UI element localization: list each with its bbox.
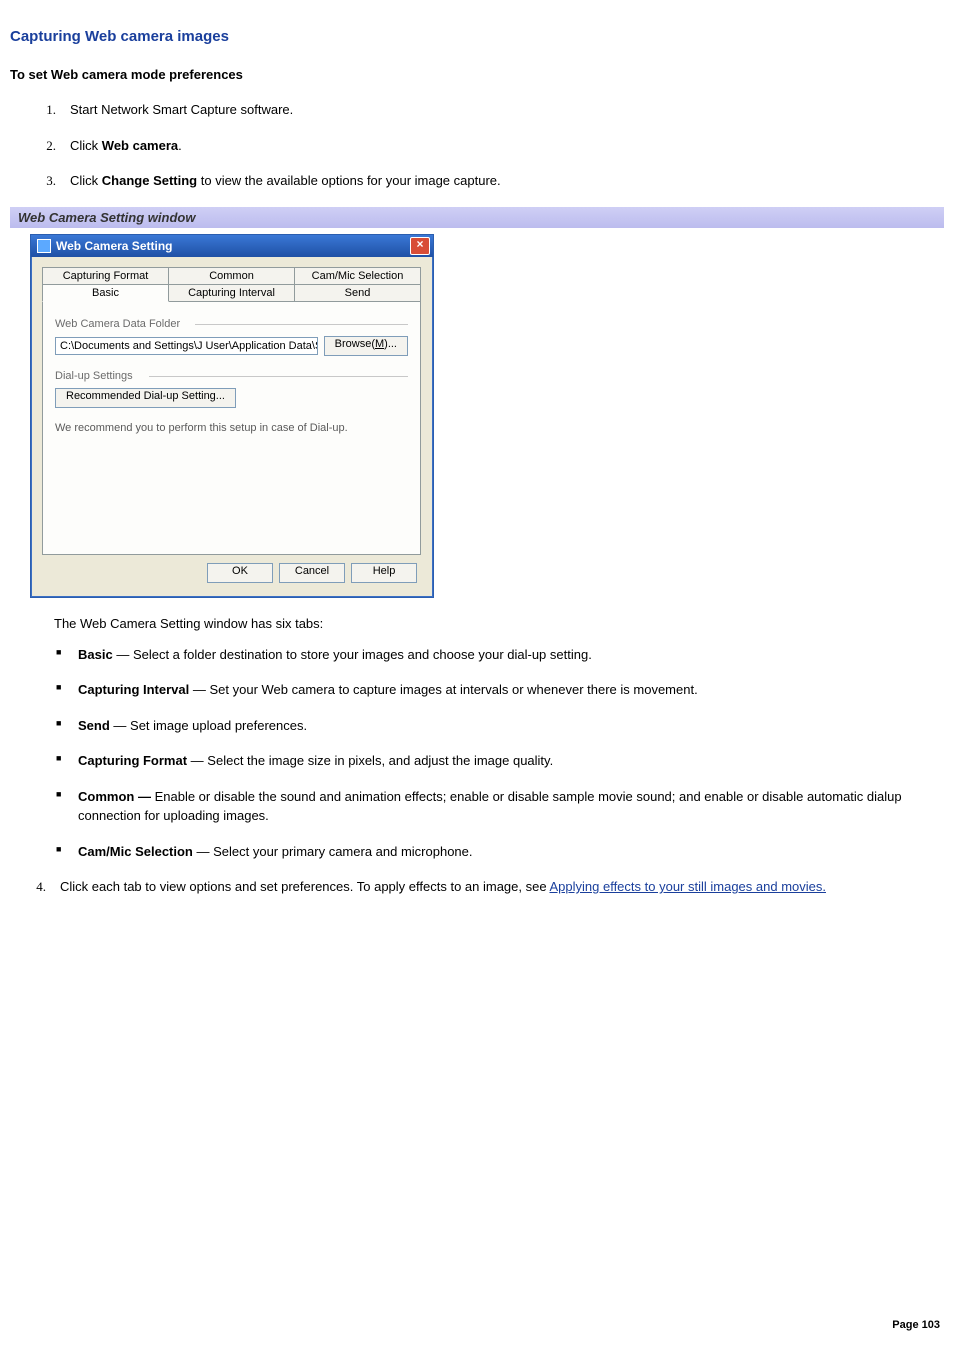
term: Send <box>78 718 110 733</box>
page-number: Page 103 <box>892 1319 940 1331</box>
recommended-dialup-button[interactable]: Recommended Dial-up Setting... <box>55 388 236 408</box>
web-camera-setting-window: Web Camera Setting × Capturing Format Co… <box>30 234 434 598</box>
tabs-row-back: Capturing Format Common Cam/Mic Selectio… <box>43 267 421 284</box>
term: Common — <box>78 789 151 804</box>
steps-list: 1. Start Network Smart Capture software.… <box>10 100 944 191</box>
desc: Enable or disable the sound and animatio… <box>78 789 902 824</box>
desc: Select your primary camera and microphon… <box>213 844 472 859</box>
step-number: 4. <box>10 879 60 895</box>
list-item: Send — Set image upload preferences. <box>54 716 944 736</box>
button-label: Browse(M)... <box>335 338 397 350</box>
step-3: 3. Click Change Setting to view the avai… <box>10 171 944 191</box>
desc: Select a folder destination to store you… <box>133 647 592 662</box>
step-number: 3. <box>10 173 70 189</box>
close-icon[interactable]: × <box>410 237 430 255</box>
sep: — <box>193 844 213 859</box>
ok-button[interactable]: OK <box>207 563 273 583</box>
window-title: Web Camera Setting <box>56 239 410 253</box>
app-icon <box>37 239 51 253</box>
window-titlebar[interactable]: Web Camera Setting × <box>31 235 433 257</box>
figure-caption: Web Camera Setting window <box>10 207 944 228</box>
tab-capturing-format[interactable]: Capturing Format <box>42 267 169 285</box>
tab-capturing-interval[interactable]: Capturing Interval <box>168 284 295 302</box>
step-number: 2. <box>10 138 70 154</box>
section-subtitle: To set Web camera mode preferences <box>10 67 944 82</box>
step-body: Start Network Smart Capture software. <box>70 100 944 120</box>
data-folder-input[interactable]: C:\Documents and Settings\J User\Applica… <box>55 337 318 355</box>
term: Capturing Format <box>78 753 187 768</box>
step-body: Click each tab to view options and set p… <box>60 877 944 897</box>
sep: — <box>113 647 133 662</box>
bold-term: Web camera <box>102 138 178 153</box>
group-label-data-folder: Web Camera Data Folder <box>55 318 408 330</box>
step-2: 2. Click Web camera. <box>10 136 944 156</box>
list-item: Capturing Format — Select the image size… <box>54 751 944 771</box>
desc: Set image upload preferences. <box>130 718 307 733</box>
link-applying-effects[interactable]: Applying effects to your still images an… <box>549 879 826 894</box>
tab-cam-mic-selection[interactable]: Cam/Mic Selection <box>294 267 421 285</box>
term: Basic <box>78 647 113 662</box>
step-number: 1. <box>10 102 70 118</box>
tabs-row-front: Basic Capturing Interval Send <box>43 284 421 301</box>
sep: — <box>187 753 207 768</box>
step-4: 4. Click each tab to view options and se… <box>10 877 944 897</box>
step-body: Click Web camera. <box>70 136 944 156</box>
list-item: Common — Enable or disable the sound and… <box>54 787 944 826</box>
step-body: Click Change Setting to view the availab… <box>70 171 944 191</box>
tabs-description-list: Basic — Select a folder destination to s… <box>54 645 944 862</box>
term: Cam/Mic Selection <box>78 844 193 859</box>
tab-send[interactable]: Send <box>294 284 421 302</box>
list-item: Capturing Interval — Set your Web camera… <box>54 680 944 700</box>
cancel-button[interactable]: Cancel <box>279 563 345 583</box>
tab-basic[interactable]: Basic <box>42 284 169 302</box>
text: Click <box>70 173 102 188</box>
list-item: Cam/Mic Selection — Select your primary … <box>54 842 944 862</box>
window-body: Capturing Format Common Cam/Mic Selectio… <box>31 257 433 597</box>
page-title: Capturing Web camera images <box>10 28 944 45</box>
step-1: 1. Start Network Smart Capture software. <box>10 100 944 120</box>
desc: Select the image size in pixels, and adj… <box>207 753 553 768</box>
tab-panel-basic: Web Camera Data Folder C:\Documents and … <box>42 301 421 555</box>
bold-term: Change Setting <box>102 173 197 188</box>
dialog-footer: OK Cancel Help <box>43 555 421 587</box>
list-item: Basic — Select a folder destination to s… <box>54 645 944 665</box>
text: Click <box>70 138 102 153</box>
term: Capturing Interval <box>78 682 189 697</box>
group-label-dialup: Dial-up Settings <box>55 370 408 382</box>
dialup-note: We recommend you to perform this setup i… <box>55 422 408 434</box>
text: Click each tab to view options and set p… <box>60 879 549 894</box>
browse-button[interactable]: Browse(M)... <box>324 336 408 356</box>
desc: Set your Web camera to capture images at… <box>209 682 697 697</box>
tabs-intro-text: The Web Camera Setting window has six ta… <box>54 616 944 631</box>
text: to view the available options for your i… <box>197 173 501 188</box>
help-button[interactable]: Help <box>351 563 417 583</box>
sep: — <box>110 718 130 733</box>
text: . <box>178 138 182 153</box>
sep: — <box>189 682 209 697</box>
tab-common[interactable]: Common <box>168 267 295 285</box>
